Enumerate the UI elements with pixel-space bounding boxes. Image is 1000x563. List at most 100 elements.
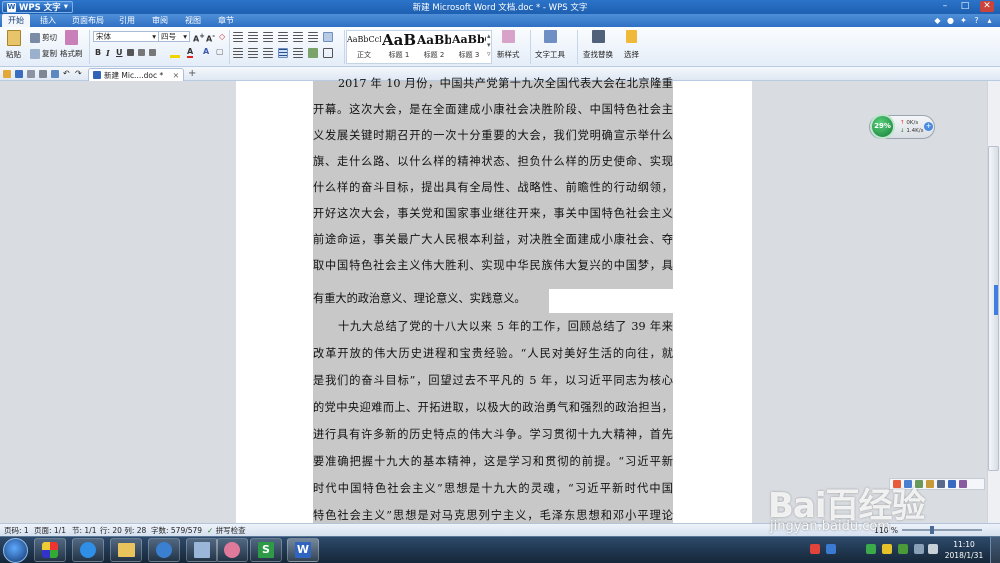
tray-icon[interactable] bbox=[882, 544, 892, 554]
tray-icon[interactable] bbox=[826, 544, 836, 554]
font-name-select[interactable]: 宋体 ▾ bbox=[93, 31, 159, 42]
text-tools-button[interactable]: 文字工具 bbox=[535, 30, 565, 60]
document-line[interactable]: 前途命运，事关最广大人民根本利益，对决胜全面建成小康社会、夺 bbox=[313, 227, 673, 253]
document-line[interactable]: 是我们的奋斗目标”，回望过去不平凡的 5 年，以习近平同志为核心 bbox=[313, 368, 673, 394]
indent-icon[interactable] bbox=[278, 32, 288, 42]
font-size-select[interactable]: 四号 ▾ bbox=[158, 31, 190, 42]
save-icon[interactable] bbox=[15, 70, 23, 78]
align-center-icon[interactable] bbox=[248, 48, 258, 58]
char-border-icon[interactable]: ▢ bbox=[216, 47, 224, 56]
align-right-icon[interactable] bbox=[263, 48, 273, 58]
document-line[interactable]: 要准确把握十九大的基本精神，这是学习和贯彻的前提。“习近平新 bbox=[313, 449, 673, 475]
toolbar-icon[interactable] bbox=[926, 480, 934, 488]
document-line[interactable]: 特色社会主义”思想是对马克思列宁主义，毛泽东思想和邓小平理论 bbox=[313, 503, 673, 523]
font-color-icon[interactable]: A bbox=[187, 47, 194, 58]
char-shading-icon[interactable]: A bbox=[203, 47, 209, 56]
clear-format-icon[interactable]: ◇ bbox=[219, 32, 225, 41]
new-style-button[interactable]: 新样式 bbox=[497, 30, 520, 60]
taskbar-app-tool[interactable] bbox=[216, 538, 248, 562]
italic-button[interactable]: I bbox=[106, 48, 110, 58]
start-button[interactable] bbox=[3, 538, 28, 563]
close-button[interactable]: ✕ bbox=[980, 1, 994, 12]
shrink-font-icon[interactable]: A- bbox=[206, 32, 215, 44]
tab-insert[interactable]: 插入 bbox=[34, 14, 62, 27]
document-line[interactable]: 2017 年 10 月份，中国共产党第十九次全国代表大会在北京隆重 bbox=[313, 71, 673, 97]
bullet-list-icon[interactable] bbox=[233, 32, 243, 42]
status-word-count[interactable]: 字数: 579/579 bbox=[151, 525, 202, 536]
format-painter-button[interactable]: 格式刷 bbox=[60, 30, 83, 59]
toolbar-icon[interactable] bbox=[948, 480, 956, 488]
numbered-list-icon[interactable] bbox=[248, 32, 258, 42]
taskbar-app-media[interactable] bbox=[148, 538, 180, 562]
network-icon[interactable] bbox=[914, 544, 924, 554]
paragraph-mark-icon[interactable] bbox=[308, 32, 318, 42]
minimize-button[interactable]: – bbox=[938, 1, 952, 12]
style-heading-3[interactable]: AaBbC 标题 3 bbox=[452, 30, 486, 62]
superscript-icon[interactable] bbox=[138, 49, 145, 56]
style-heading-2[interactable]: AaBb( 标题 2 bbox=[417, 30, 451, 62]
toolbar-icon[interactable] bbox=[959, 480, 967, 488]
align-left-icon[interactable] bbox=[233, 48, 243, 58]
skin-icon[interactable]: ◆ bbox=[933, 16, 942, 25]
document-line[interactable]: 取中国特色社会主义伟大胜利、实现中华民族伟大复兴的中国梦，具 bbox=[313, 253, 673, 279]
tray-shield-icon[interactable] bbox=[866, 544, 876, 554]
sort-icon[interactable] bbox=[293, 32, 303, 42]
zoom-slider[interactable] bbox=[902, 529, 982, 531]
taskbar-app-explorer[interactable] bbox=[110, 538, 142, 562]
tab-references[interactable]: 引用 bbox=[113, 14, 141, 27]
document-line[interactable]: 什么样的奋斗目标，提出具有全局性、战略性、前瞻性的行动纲领， bbox=[313, 175, 673, 201]
document-line[interactable]: 改革开放的伟大历史进程和宝贵经验。“人民对美好生活的向往，就 bbox=[313, 341, 673, 367]
tray-icon[interactable] bbox=[898, 544, 908, 554]
select-button[interactable]: 选择 bbox=[624, 30, 639, 60]
copy-button[interactable]: 复制 bbox=[30, 48, 57, 59]
strikethrough-icon[interactable] bbox=[127, 49, 134, 56]
maximize-button[interactable]: □ bbox=[958, 1, 972, 12]
document-line[interactable]: 有重大的政治意义、理论意义、实践意义。 bbox=[313, 286, 673, 312]
expand-icon[interactable]: + bbox=[924, 122, 933, 131]
tab-view[interactable]: 视图 bbox=[179, 14, 207, 27]
print-preview-icon[interactable] bbox=[51, 70, 59, 78]
new-tab-button[interactable]: + bbox=[188, 68, 196, 79]
underline-button[interactable]: U bbox=[116, 48, 123, 57]
taskbar-app-wps-writer[interactable]: W bbox=[287, 538, 319, 562]
highlight-icon[interactable] bbox=[170, 48, 180, 58]
find-replace-button[interactable]: 查找替换 bbox=[583, 30, 613, 60]
shading-icon[interactable] bbox=[308, 48, 318, 58]
style-heading-1[interactable]: AaBl 标题 1 bbox=[382, 30, 416, 62]
taskbar-app-multimedia[interactable] bbox=[34, 538, 66, 562]
tray-icon[interactable] bbox=[810, 544, 820, 554]
taskbar-app-ie[interactable] bbox=[72, 538, 104, 562]
justify-icon[interactable] bbox=[278, 48, 288, 58]
spell-check-button[interactable]: ✓ 拼写检查 bbox=[207, 525, 246, 536]
system-clock[interactable]: 11:10 2018/1/31 bbox=[940, 539, 988, 561]
document-line[interactable]: 时代中国特色社会主义”思想是十九大的灵魂，“习近平新时代中国 bbox=[313, 476, 673, 502]
distribute-icon[interactable] bbox=[293, 48, 303, 58]
outdent-icon[interactable] bbox=[263, 32, 273, 42]
undo-icon[interactable]: ↶ bbox=[63, 70, 71, 78]
document-line[interactable]: 义发展关键时期召开的一次十分重要的大会，我们党明确宣示举什么 bbox=[313, 123, 673, 149]
redo-icon[interactable]: ↷ bbox=[75, 70, 83, 78]
taskbar-app-wps-sheet[interactable]: S bbox=[250, 538, 282, 562]
document-line[interactable]: 旗、走什么路、以什么样的精神状态、担负什么样的历史使命、实现 bbox=[313, 149, 673, 175]
tab-home[interactable]: 开始 bbox=[2, 14, 30, 27]
collapse-ribbon-icon[interactable]: ▴ bbox=[985, 16, 994, 25]
document-line[interactable]: 进行具有许多新的历史特点的伟大斗争。学习贯彻十九大精神，首先 bbox=[313, 422, 673, 448]
style-normal[interactable]: AaBbCcDd 正文 bbox=[347, 30, 381, 62]
document-line[interactable]: 开好这次大会，事关党和国家事业继往开来，事关中国特色社会主义 bbox=[313, 201, 673, 227]
open-icon[interactable] bbox=[3, 70, 11, 78]
help-icon[interactable]: ? bbox=[972, 16, 981, 25]
settings-icon[interactable]: ✦ bbox=[959, 16, 968, 25]
share-icon[interactable]: ● bbox=[946, 16, 955, 25]
document-line[interactable]: 十九大总结了党的十八大以来 5 年的工作，回顾总结了 39 年来 bbox=[313, 314, 673, 340]
tab-chapter[interactable]: 章节 bbox=[212, 14, 240, 27]
volume-icon[interactable] bbox=[928, 544, 938, 554]
document-line[interactable]: 开幕。这次大会，是在全面建成小康社会决胜阶段、中国特色社会主 bbox=[313, 97, 673, 123]
show-desktop-button[interactable] bbox=[990, 537, 1000, 563]
bold-button[interactable]: B bbox=[95, 48, 101, 57]
document-tab[interactable]: 新建 Mic....doc * ✕ bbox=[88, 68, 184, 81]
paste-button[interactable]: 粘贴 bbox=[6, 30, 21, 60]
print-icon[interactable] bbox=[39, 70, 47, 78]
cut-button[interactable]: 剪切 bbox=[30, 32, 57, 43]
borders-icon[interactable] bbox=[323, 48, 333, 58]
toolbar-icon[interactable] bbox=[937, 480, 945, 488]
